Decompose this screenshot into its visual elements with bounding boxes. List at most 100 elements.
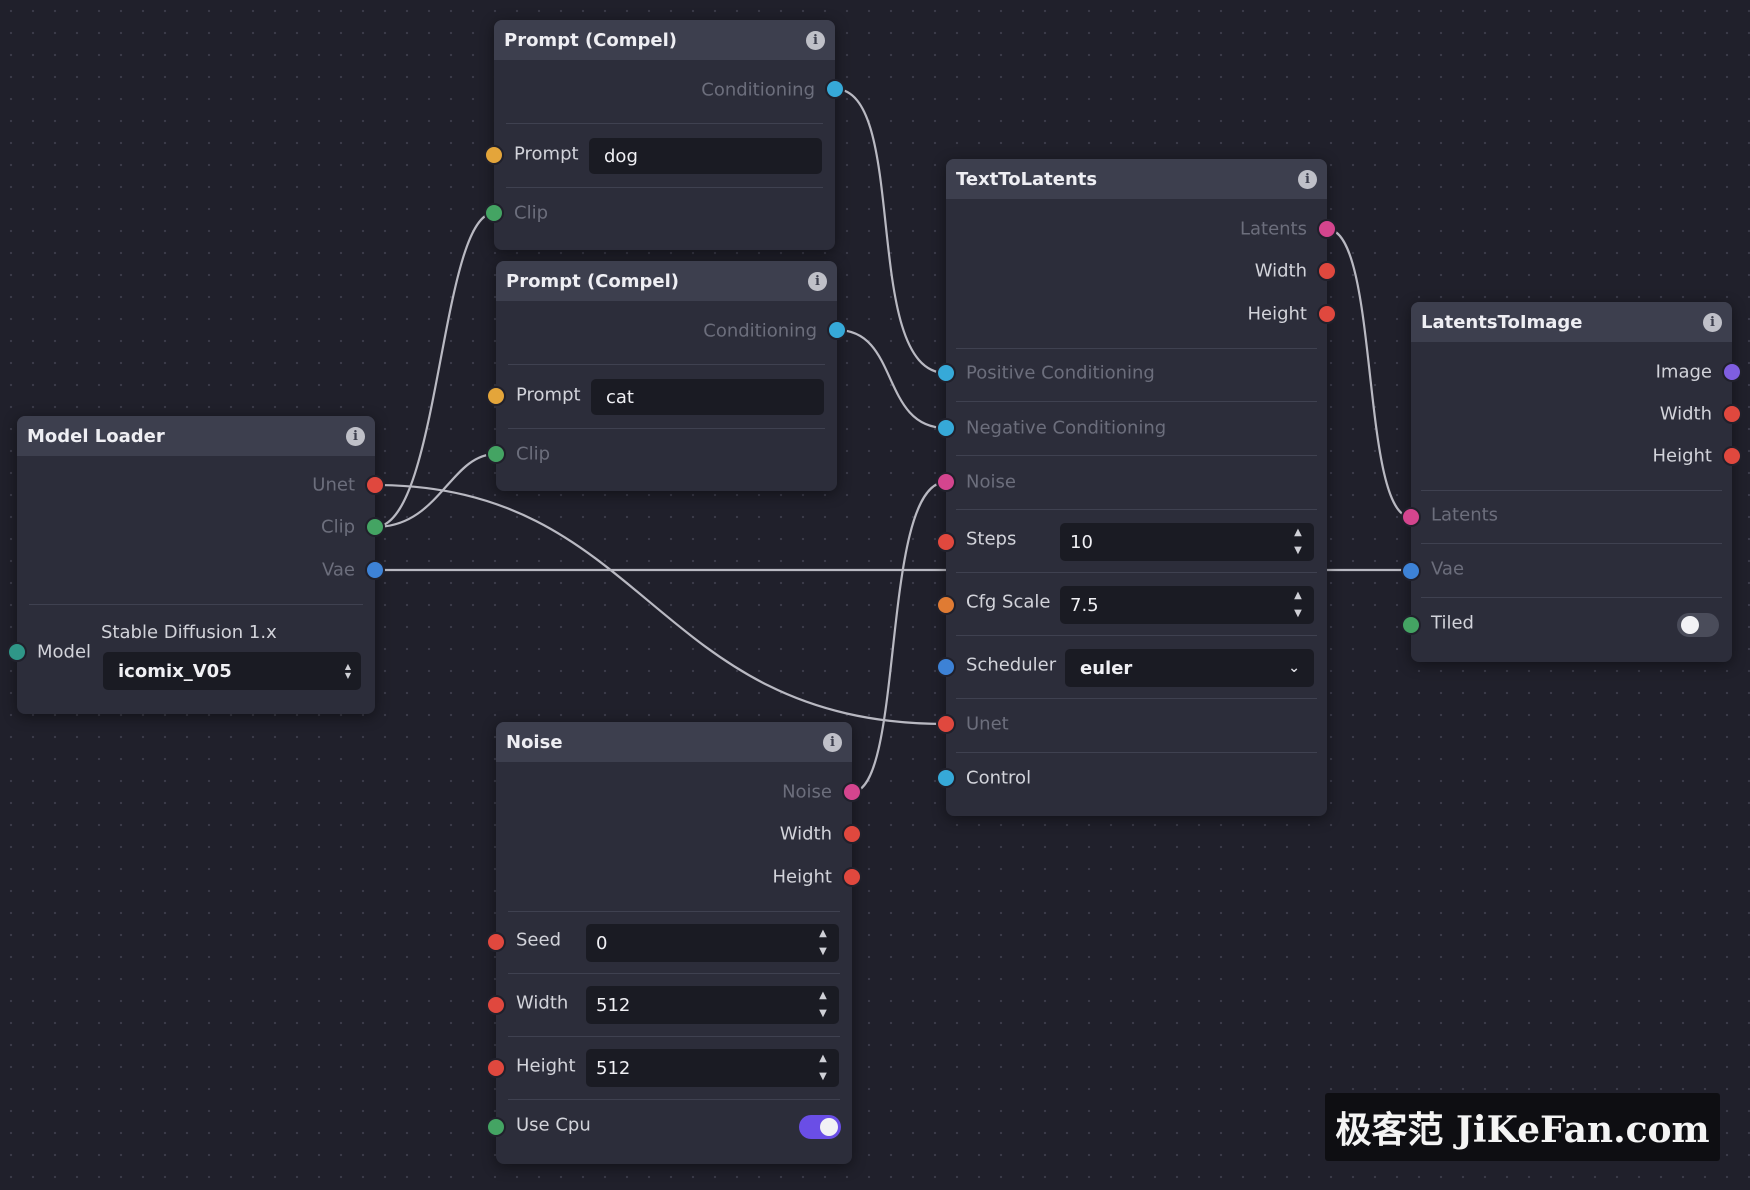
node-header[interactable]: Model Loader i	[17, 416, 375, 456]
prompt-label: Prompt	[514, 143, 579, 165]
prompt-input[interactable]: cat	[591, 379, 824, 415]
prompt-compel-node-1[interactable]: Prompt (Compel) i Conditioning Prompt do…	[494, 20, 835, 250]
divider	[956, 698, 1317, 699]
use-cpu-toggle[interactable]	[799, 1115, 841, 1139]
noise-node[interactable]: Noise i Noise Width Height Seed 0 ▲ ▼ Wid…	[496, 722, 852, 1164]
edge-clip-to-prompt1[interactable]	[374, 211, 495, 529]
ttl-positive-input-handle[interactable]	[936, 363, 956, 383]
text-to-latents-node[interactable]: TextToLatents i Latents Width Height Pos…	[946, 159, 1327, 816]
model-vae-output-handle[interactable]	[365, 560, 385, 580]
ttl-steps-input-handle[interactable]	[936, 532, 956, 552]
cfg-scale-stepper[interactable]: ▲ ▼	[1292, 590, 1304, 620]
ttl-noise-input-handle[interactable]	[936, 472, 956, 492]
info-icon[interactable]: i	[823, 732, 842, 752]
vae-input-label: Vae	[1431, 558, 1465, 580]
lti-tiled-input-handle[interactable]	[1401, 615, 1421, 635]
height-input[interactable]: 512 ▲ ▼	[586, 1049, 839, 1087]
noise-noise-output-handle[interactable]	[842, 782, 862, 802]
ttl-unet-input-handle[interactable]	[936, 714, 956, 734]
noise-width-output-handle[interactable]	[842, 824, 862, 844]
node-title: Prompt (Compel)	[506, 270, 679, 292]
info-icon[interactable]: i	[808, 271, 827, 291]
node-header[interactable]: TextToLatents i	[946, 159, 1327, 199]
prompt2-conditioning-output-handle[interactable]	[827, 320, 847, 340]
prompt2-clip-input-handle[interactable]	[486, 444, 506, 464]
prompt2-prompt-input-handle[interactable]	[486, 386, 506, 406]
chevron-up-icon: ▲	[344, 662, 351, 671]
prompt-input[interactable]: dog	[589, 138, 822, 174]
prompt1-prompt-input-handle[interactable]	[484, 145, 504, 165]
divider	[508, 1036, 840, 1037]
model-loader-node[interactable]: Model Loader i Unet Clip Vae Model Stabl…	[17, 416, 375, 714]
model-input-handle[interactable]	[7, 642, 27, 662]
ttl-control-input-handle[interactable]	[936, 768, 956, 788]
info-icon[interactable]: i	[1298, 169, 1317, 189]
width-label: Width	[516, 992, 569, 1014]
node-header[interactable]: Prompt (Compel) i	[496, 261, 837, 301]
tiled-toggle[interactable]	[1677, 613, 1719, 637]
stepper-up-icon[interactable]: ▲	[1294, 527, 1302, 539]
scheduler-label: Scheduler	[966, 654, 1057, 676]
width-input[interactable]: 512 ▲ ▼	[586, 986, 839, 1024]
stepper-down-icon[interactable]: ▼	[819, 946, 827, 958]
latents-to-image-node[interactable]: LatentsToImage i Image Width Height Late…	[1411, 302, 1732, 662]
seed-input[interactable]: 0 ▲ ▼	[586, 924, 839, 962]
stepper-down-icon[interactable]: ▼	[1294, 545, 1302, 557]
model-select[interactable]: icomix_V05 ▲ ▼	[103, 652, 361, 690]
prompt1-clip-input-handle[interactable]	[484, 203, 504, 223]
cfg-scale-label: Cfg Scale	[966, 591, 1051, 613]
edge-prompt2-to-negative[interactable]	[836, 328, 947, 430]
edge-clip-to-prompt2[interactable]	[374, 452, 497, 529]
stepper-up-icon[interactable]: ▲	[819, 928, 827, 940]
cfg-scale-input[interactable]: 7.5 ▲ ▼	[1060, 586, 1314, 624]
divider	[956, 752, 1317, 753]
noise-width-input-handle[interactable]	[486, 995, 506, 1015]
noise-height-output-handle[interactable]	[842, 867, 862, 887]
edge-noise-to-textlatents[interactable]	[851, 480, 947, 794]
lti-vae-input-handle[interactable]	[1401, 561, 1421, 581]
prompt-compel-node-2[interactable]: Prompt (Compel) i Conditioning Prompt ca…	[496, 261, 837, 491]
noise-height-input-handle[interactable]	[486, 1058, 506, 1078]
chevron-down-icon: ⌄	[1288, 660, 1300, 676]
lti-latents-input-handle[interactable]	[1401, 507, 1421, 527]
info-icon[interactable]: i	[806, 30, 825, 50]
node-header[interactable]: Prompt (Compel) i	[494, 20, 835, 60]
node-header[interactable]: LatentsToImage i	[1411, 302, 1732, 342]
lti-width-output-handle[interactable]	[1722, 404, 1742, 424]
model-unet-output-handle[interactable]	[365, 475, 385, 495]
divider	[956, 635, 1317, 636]
ttl-latents-output-handle[interactable]	[1317, 219, 1337, 239]
lti-image-output-handle[interactable]	[1722, 362, 1742, 382]
ttl-height-output-handle[interactable]	[1317, 304, 1337, 324]
stepper-down-icon[interactable]: ▼	[1294, 608, 1302, 620]
lti-height-output-handle[interactable]	[1722, 446, 1742, 466]
node-header[interactable]: Noise i	[496, 722, 852, 762]
model-clip-output-handle[interactable]	[365, 517, 385, 537]
ttl-width-output-handle[interactable]	[1317, 261, 1337, 281]
steps-stepper[interactable]: ▲ ▼	[1292, 527, 1304, 557]
noise-seed-input-handle[interactable]	[486, 932, 506, 952]
noise-use-cpu-input-handle[interactable]	[486, 1117, 506, 1137]
height-stepper[interactable]: ▲ ▼	[817, 1053, 829, 1083]
stepper-up-icon[interactable]: ▲	[1294, 590, 1302, 602]
prompt1-conditioning-output-handle[interactable]	[825, 79, 845, 99]
use-cpu-label: Use Cpu	[516, 1114, 591, 1136]
stepper-up-icon[interactable]: ▲	[819, 1053, 827, 1065]
width-stepper[interactable]: ▲ ▼	[817, 990, 829, 1020]
edge-prompt1-to-positive[interactable]	[834, 87, 947, 375]
info-icon[interactable]: i	[1703, 312, 1722, 332]
stepper-down-icon[interactable]: ▼	[819, 1071, 827, 1083]
edge-unet-to-textlatents[interactable]	[374, 483, 947, 726]
ttl-cfg-input-handle[interactable]	[936, 595, 956, 615]
stepper-up-icon[interactable]: ▲	[819, 990, 827, 1002]
ttl-scheduler-input-handle[interactable]	[936, 657, 956, 677]
steps-input[interactable]: 10 ▲ ▼	[1060, 523, 1314, 561]
edge-latents-to-latentsimage[interactable]	[1326, 227, 1412, 519]
ttl-negative-input-handle[interactable]	[936, 418, 956, 438]
seed-stepper[interactable]: ▲ ▼	[817, 928, 829, 958]
scheduler-select[interactable]: euler ⌄	[1065, 649, 1314, 687]
divider	[1421, 543, 1722, 544]
info-icon[interactable]: i	[346, 426, 365, 446]
stepper-down-icon[interactable]: ▼	[819, 1008, 827, 1020]
node-title: LatentsToImage	[1421, 311, 1583, 333]
